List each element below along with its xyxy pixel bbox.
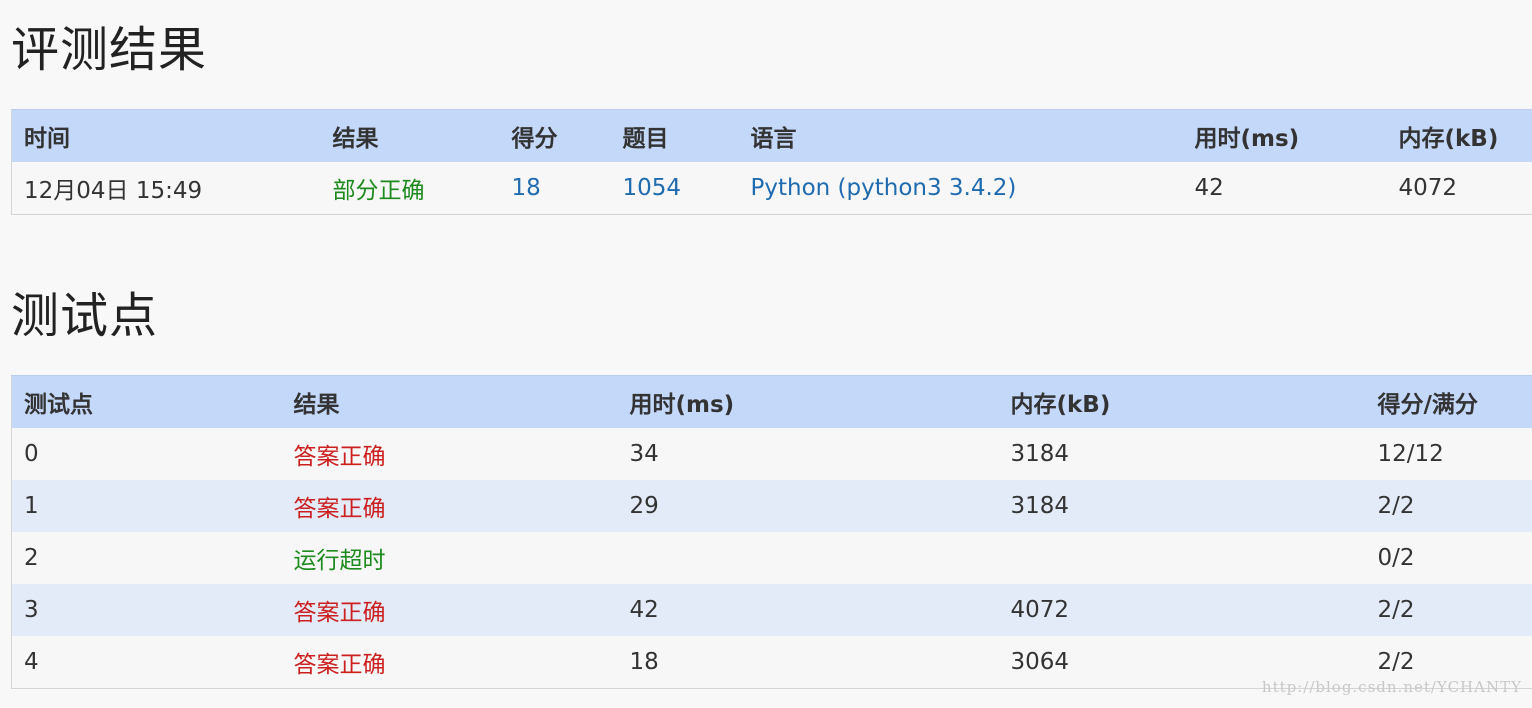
case-id: 0 bbox=[11, 428, 282, 480]
case-duration: 18 bbox=[617, 636, 999, 689]
case-memory: 3184 bbox=[998, 480, 1366, 532]
case-memory: 4072 bbox=[998, 584, 1366, 636]
table-row: 2 运行超时 0/2 bbox=[11, 532, 1532, 584]
case-result: 答案正确 bbox=[281, 428, 618, 480]
col-header-time[interactable]: 时间 bbox=[11, 109, 321, 162]
cases-table-body: 0 答案正确 34 3184 12/12 1 答案正确 29 3184 2/2 … bbox=[11, 428, 1532, 689]
test-cases-table: 测试点 结果 用时(ms) 内存(kB) 得分/满分 0 答案正确 34 318… bbox=[11, 375, 1532, 689]
case-duration bbox=[617, 532, 999, 584]
case-result: 答案正确 bbox=[281, 584, 618, 636]
case-result: 答案正确 bbox=[281, 636, 618, 689]
case-score: 2/2 bbox=[1365, 584, 1532, 636]
table-row: 12月04日 15:49 部分正确 18 1054 Python (python… bbox=[11, 162, 1532, 215]
col-header-case-result[interactable]: 结果 bbox=[281, 375, 618, 428]
case-id: 4 bbox=[11, 636, 282, 689]
cases-table-header-row: 测试点 结果 用时(ms) 内存(kB) 得分/满分 bbox=[11, 375, 1532, 428]
submission-result: 部分正确 bbox=[320, 162, 500, 215]
problem-link[interactable]: 1054 bbox=[610, 162, 739, 215]
case-id: 2 bbox=[11, 532, 282, 584]
submission-time: 12月04日 15:49 bbox=[11, 162, 321, 215]
case-duration: 42 bbox=[617, 584, 999, 636]
col-header-problem[interactable]: 题目 bbox=[610, 109, 739, 162]
col-header-result[interactable]: 结果 bbox=[320, 109, 500, 162]
case-result: 答案正确 bbox=[281, 480, 618, 532]
result-table-header-row: 时间 结果 得分 题目 语言 用时(ms) 内存(kB) bbox=[11, 109, 1532, 162]
case-score: 12/12 bbox=[1365, 428, 1532, 480]
submission-duration: 42 bbox=[1182, 162, 1387, 215]
language-link[interactable]: Python (python3 3.4.2) bbox=[738, 162, 1183, 215]
case-id: 3 bbox=[11, 584, 282, 636]
case-memory bbox=[998, 532, 1366, 584]
col-header-score[interactable]: 得分 bbox=[499, 109, 611, 162]
col-header-case-duration[interactable]: 用时(ms) bbox=[617, 375, 999, 428]
submission-score-link[interactable]: 18 bbox=[499, 162, 611, 215]
case-duration: 29 bbox=[617, 480, 999, 532]
result-section-title: 评测结果 bbox=[11, 22, 208, 78]
submission-memory: 4072 bbox=[1386, 162, 1532, 215]
col-header-case-memory[interactable]: 内存(kB) bbox=[998, 375, 1366, 428]
col-header-duration[interactable]: 用时(ms) bbox=[1182, 109, 1387, 162]
result-table: 时间 结果 得分 题目 语言 用时(ms) 内存(kB) 12月04日 15:4… bbox=[11, 109, 1532, 215]
case-memory: 3184 bbox=[998, 428, 1366, 480]
case-id: 1 bbox=[11, 480, 282, 532]
table-row: 3 答案正确 42 4072 2/2 bbox=[11, 584, 1532, 636]
col-header-memory[interactable]: 内存(kB) bbox=[1386, 109, 1532, 162]
case-score: 0/2 bbox=[1365, 532, 1532, 584]
table-row: 1 答案正确 29 3184 2/2 bbox=[11, 480, 1532, 532]
watermark: http://blog.csdn.net/YCHANTY bbox=[1261, 678, 1522, 696]
col-header-language[interactable]: 语言 bbox=[738, 109, 1183, 162]
case-score: 2/2 bbox=[1365, 480, 1532, 532]
case-result: 运行超时 bbox=[281, 532, 618, 584]
col-header-case-score[interactable]: 得分/满分 bbox=[1365, 375, 1532, 428]
cases-section-title: 测试点 bbox=[11, 288, 159, 344]
col-header-case[interactable]: 测试点 bbox=[11, 375, 282, 428]
table-row: 0 答案正确 34 3184 12/12 bbox=[11, 428, 1532, 480]
case-duration: 34 bbox=[617, 428, 999, 480]
